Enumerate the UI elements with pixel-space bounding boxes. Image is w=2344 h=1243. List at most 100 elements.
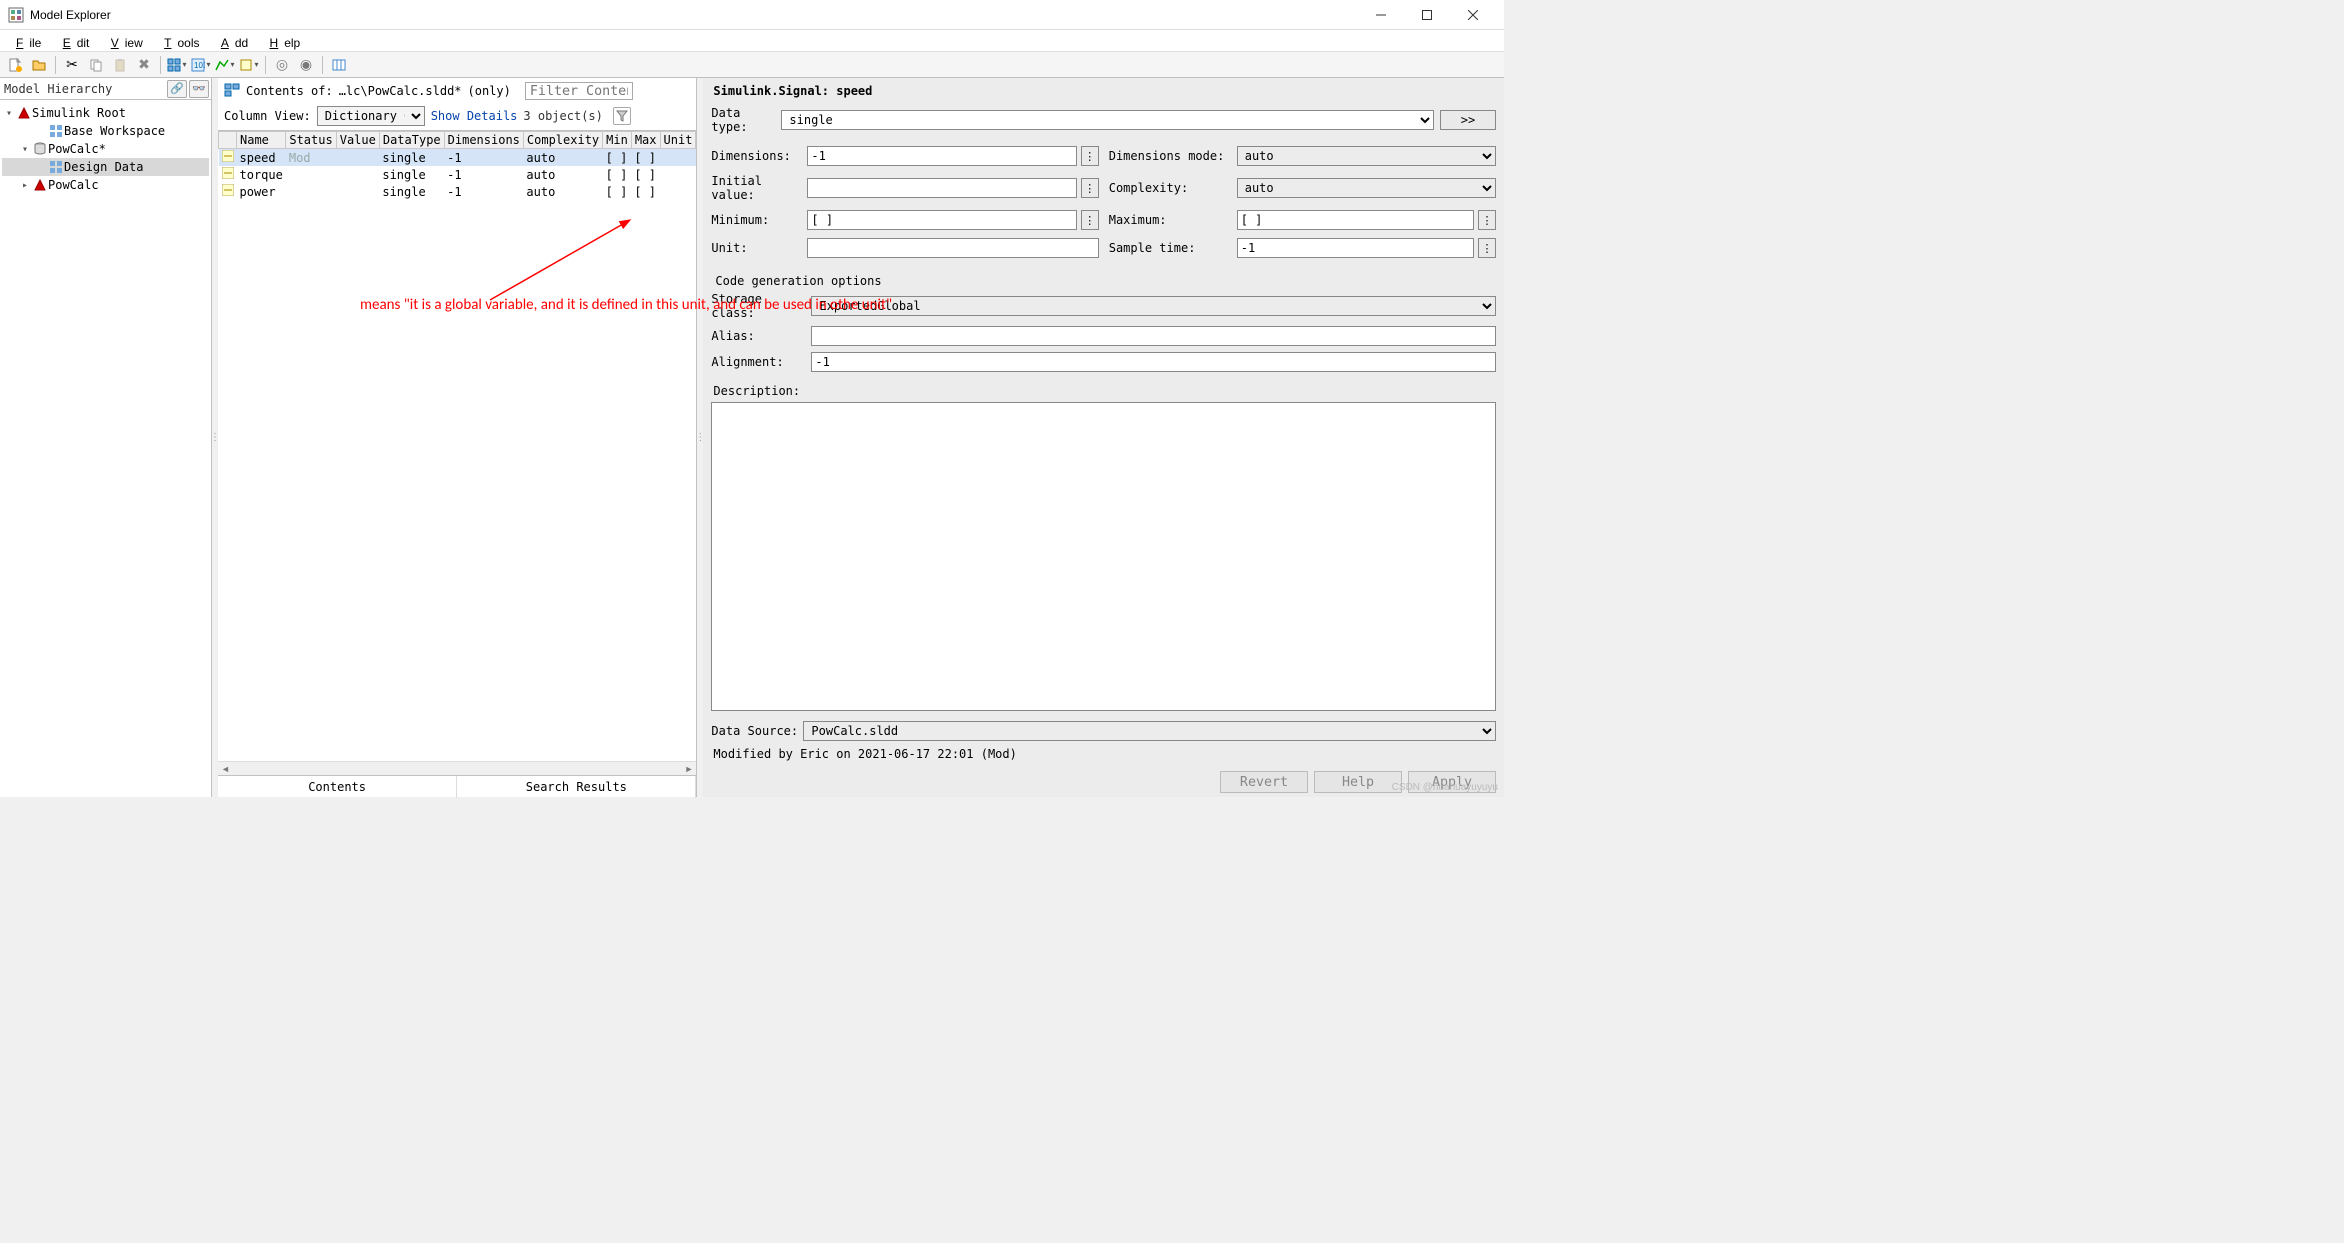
view-grid-button[interactable]: ▾ — [166, 54, 188, 76]
contents-only: (only) — [468, 84, 511, 98]
col-max[interactable]: Max — [631, 132, 660, 149]
tree-powcalc-dict[interactable]: ▾PowCalc* — [2, 140, 209, 158]
sampletime-more-button[interactable]: ⋮ — [1478, 238, 1496, 258]
target-button[interactable]: ◉ — [295, 54, 317, 76]
cell-status: Mod — [289, 151, 311, 165]
datatype-select[interactable]: single — [781, 110, 1434, 130]
tree-base-workspace[interactable]: Base Workspace — [2, 122, 209, 140]
annotation-text: means "it is a global variable, and it i… — [360, 296, 892, 314]
table-row[interactable]: torque single -1 auto [ ] [ ] — [219, 166, 696, 183]
menu-add[interactable]: Add — [209, 32, 254, 54]
datatype-label: Data type: — [711, 106, 781, 134]
columns-button[interactable] — [328, 54, 350, 76]
cut-button[interactable]: ✂ — [61, 54, 83, 76]
contents-table: Name Status Value DataType Dimensions Co… — [218, 131, 696, 200]
menu-file[interactable]: File — [4, 32, 47, 54]
cell-status — [286, 183, 336, 200]
minimize-button[interactable] — [1358, 0, 1404, 30]
col-dimensions[interactable]: Dimensions — [444, 132, 523, 149]
dimensions-more-button[interactable]: ⋮ — [1081, 146, 1099, 166]
cell-name: torque — [237, 166, 286, 183]
complexity-label: Complexity: — [1109, 181, 1233, 195]
signal-button[interactable]: 101▾ — [190, 54, 212, 76]
dimensions-label: Dimensions: — [711, 149, 803, 163]
plot-button[interactable]: ▾ — [214, 54, 236, 76]
cell-dims: -1 — [444, 149, 523, 167]
filter-input[interactable] — [525, 82, 633, 100]
tab-contents[interactable]: Contents — [218, 776, 457, 798]
menu-edit[interactable]: Edit — [51, 32, 96, 54]
cell-name: power — [237, 183, 286, 200]
table-row[interactable]: power single -1 auto [ ] [ ] — [219, 183, 696, 200]
watermark: CSDN @huahuayuyuyu — [1392, 782, 1498, 793]
initial-value-input[interactable] — [807, 178, 1076, 198]
menu-tools[interactable]: Tools — [152, 32, 205, 54]
complexity-select[interactable]: auto — [1237, 178, 1496, 198]
object-count: 3 object(s) — [523, 109, 602, 123]
codegen-title: Code generation options — [715, 274, 1496, 288]
horizontal-scrollbar[interactable] — [218, 761, 696, 775]
tree-design-data[interactable]: Design Data — [2, 158, 209, 176]
storage-class-select[interactable]: ExportedGlobal — [811, 296, 1496, 316]
sampletime-label: Sample time: — [1109, 241, 1233, 255]
cell-max: [ ] — [631, 149, 660, 167]
minimum-input[interactable] — [807, 210, 1076, 230]
column-view-label: Column View: — [224, 109, 311, 123]
alignment-input[interactable] — [811, 352, 1496, 372]
link-icon[interactable]: 🔗 — [167, 80, 187, 98]
alias-input[interactable] — [811, 326, 1496, 346]
delete-button[interactable]: ✖ — [133, 54, 155, 76]
model-icon — [32, 178, 48, 192]
description-textarea[interactable] — [711, 402, 1496, 711]
linked-button[interactable]: ◎ — [271, 54, 293, 76]
initial-value-more-button[interactable]: ⋮ — [1081, 178, 1099, 198]
show-details-link[interactable]: Show Details — [431, 109, 518, 123]
tree-simulink-root[interactable]: ▾Simulink Root — [2, 104, 209, 122]
maximum-more-button[interactable]: ⋮ — [1478, 210, 1496, 230]
open-button[interactable] — [28, 54, 50, 76]
workspace-icon — [48, 124, 64, 138]
signal-icon — [222, 168, 234, 182]
revert-button[interactable]: Revert — [1220, 771, 1308, 793]
tree-powcalc-model[interactable]: ▸PowCalc — [2, 176, 209, 194]
goggles-icon[interactable]: 👓 — [189, 80, 209, 98]
paste-button[interactable] — [109, 54, 131, 76]
tree-label: Simulink Root — [32, 106, 126, 120]
contents-of-label: Contents of: — [246, 84, 333, 98]
tab-search-results[interactable]: Search Results — [457, 776, 696, 798]
maximum-input[interactable] — [1237, 210, 1474, 230]
col-icon[interactable] — [219, 132, 237, 149]
column-view-select[interactable]: Dictionary Objects — [317, 106, 425, 126]
data-source-select[interactable]: PowCalc.sldd — [803, 721, 1496, 741]
col-name[interactable]: Name — [237, 132, 286, 149]
cell-min: [ ] — [603, 183, 632, 200]
dimensions-mode-select[interactable]: auto — [1237, 146, 1496, 166]
root-icon — [16, 106, 32, 120]
col-unit[interactable]: Unit — [660, 132, 696, 149]
sampletime-input[interactable] — [1237, 238, 1474, 258]
contents-icon — [224, 83, 240, 100]
menu-help[interactable]: Help — [258, 32, 307, 54]
contents-path: …lc\PowCalc.sldd* — [339, 84, 462, 98]
maximize-button[interactable] — [1404, 0, 1450, 30]
col-value[interactable]: Value — [336, 132, 379, 149]
minimum-more-button[interactable]: ⋮ — [1081, 210, 1099, 230]
cell-datatype: single — [379, 166, 444, 183]
unit-input[interactable] — [807, 238, 1098, 258]
dimensions-input[interactable] — [807, 146, 1076, 166]
datatype-assist-button[interactable]: >> — [1440, 110, 1496, 130]
col-status[interactable]: Status — [286, 132, 336, 149]
col-complexity[interactable]: Complexity — [523, 132, 602, 149]
block-button[interactable]: ▾ — [238, 54, 260, 76]
new-button[interactable] — [4, 54, 26, 76]
help-button[interactable]: Help — [1314, 771, 1402, 793]
copy-button[interactable] — [85, 54, 107, 76]
menu-view[interactable]: View — [99, 32, 149, 54]
col-datatype[interactable]: DataType — [379, 132, 444, 149]
col-min[interactable]: Min — [603, 132, 632, 149]
dimensions-mode-label: Dimensions mode: — [1109, 149, 1233, 163]
filter-icon[interactable] — [613, 107, 631, 125]
close-button[interactable] — [1450, 0, 1496, 30]
data-source-label: Data Source: — [711, 724, 803, 738]
table-row[interactable]: speed Mod single -1 auto [ ] [ ] — [219, 149, 696, 167]
